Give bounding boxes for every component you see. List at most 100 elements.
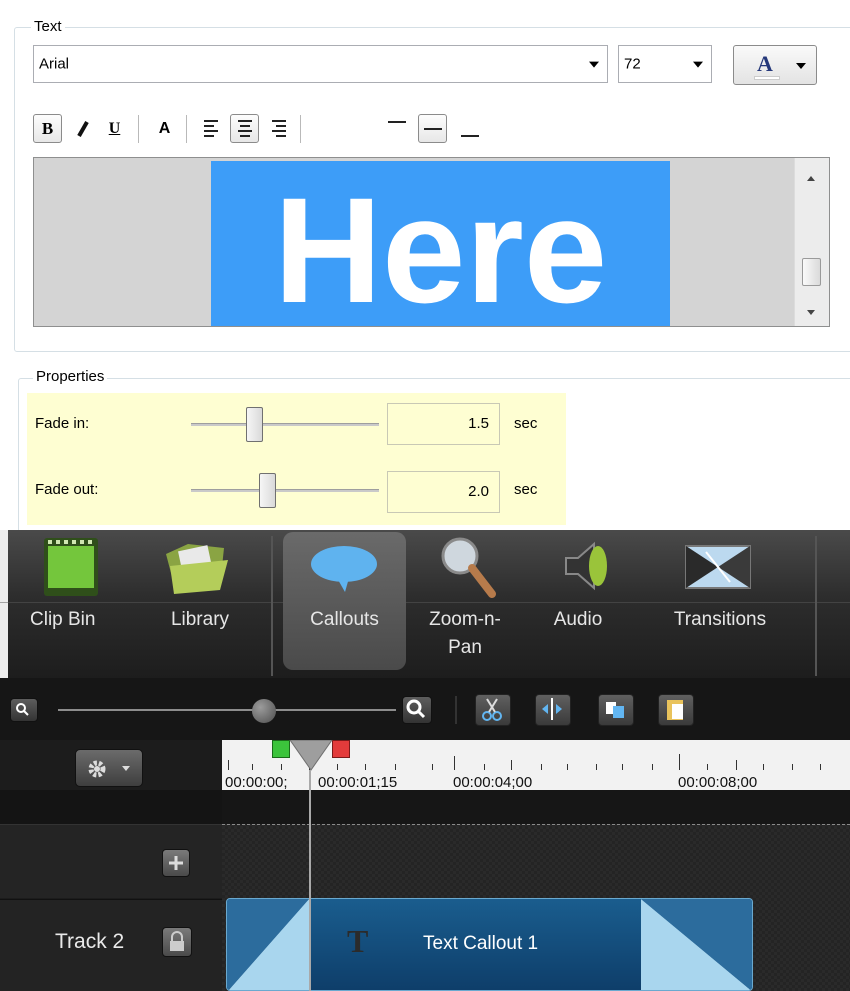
playhead-line <box>309 770 311 991</box>
track-2-header: Track 2 <box>0 899 222 991</box>
text-color-button[interactable]: A <box>733 45 817 85</box>
track-header-spacer <box>0 790 222 824</box>
underline-button[interactable]: U <box>100 114 129 143</box>
slider-track <box>191 489 379 492</box>
chevron-down-icon <box>589 61 599 68</box>
zoom-slider-thumb[interactable] <box>252 699 276 723</box>
text-callout-clip[interactable]: T Text Callout 1 <box>226 898 753 991</box>
tool-transitions[interactable]: Transitions <box>650 530 790 678</box>
lock-icon <box>170 931 184 951</box>
add-track-row <box>0 824 222 898</box>
folder-icon <box>166 544 228 594</box>
tools-ribbon: Clip Bin Library Callouts Zoom-n-Pan Aud… <box>0 530 850 678</box>
align-right-icon <box>271 120 286 137</box>
align-left-button[interactable] <box>196 114 225 143</box>
transitions-icon <box>685 545 751 589</box>
fade-out-ramp <box>641 899 752 990</box>
zoom-out-icon <box>16 703 29 716</box>
tool-label: Zoom-n-Pan <box>429 609 501 658</box>
split-button[interactable] <box>535 694 571 726</box>
tool-callouts[interactable]: Callouts <box>283 532 406 670</box>
ribbon-separator <box>815 536 817 676</box>
zoom-in-icon <box>406 699 426 719</box>
toolbar-divider <box>455 696 457 724</box>
timecode-8s: 00:00:08;00 <box>678 774 758 791</box>
plus-icon <box>169 856 183 870</box>
italic-icon <box>76 120 89 137</box>
valign-bottom-button[interactable] <box>455 114 484 143</box>
fade-in-ramp <box>227 899 309 990</box>
track-drop-line <box>222 824 850 825</box>
valign-middle-button[interactable] <box>418 114 447 143</box>
chevron-down-icon <box>796 63 806 69</box>
zoom-in-button[interactable] <box>402 696 432 724</box>
zoom-slider-track[interactable] <box>58 709 396 711</box>
paste-button[interactable] <box>658 694 694 726</box>
align-left-icon <box>203 120 218 137</box>
scissors-icon <box>482 698 502 721</box>
tool-label: Transitions <box>673 609 767 630</box>
text-preview-area[interactable]: Here <box>33 157 830 327</box>
fade-in-input[interactable]: 1.5 <box>387 403 500 445</box>
magnifier-icon <box>441 537 496 598</box>
valign-middle-icon <box>423 127 442 130</box>
timecode-start: 00:00:00; <box>225 774 288 791</box>
playhead-icon[interactable] <box>288 740 334 772</box>
tool-label: Clip Bin <box>30 609 96 630</box>
font-size-dropdown[interactable]: 72 <box>618 45 712 83</box>
tool-clip-bin[interactable]: Clip Bin <box>20 530 130 678</box>
scroll-down-icon[interactable] <box>807 310 815 315</box>
gear-icon <box>88 760 106 778</box>
fade-in-unit: sec <box>514 415 538 432</box>
lock-track-button[interactable] <box>162 927 192 957</box>
timecode-playhead: 00:00:01;15 <box>318 774 398 791</box>
fade-in-label: Fade in: <box>35 415 90 432</box>
fade-in-slider[interactable] <box>191 407 379 442</box>
copy-icon <box>606 702 624 718</box>
slider-track <box>191 423 379 426</box>
valign-top-button[interactable] <box>382 114 411 143</box>
cut-button[interactable] <box>475 694 511 726</box>
timeline-settings-button[interactable] <box>75 749 143 787</box>
fade-out-input[interactable]: 2.0 <box>387 471 500 513</box>
font-value: Arial <box>39 55 70 73</box>
tool-library[interactable]: Library <box>140 530 260 678</box>
text-group-title: Text <box>31 18 65 35</box>
track-name: Track 2 <box>55 930 125 953</box>
text-effect-button[interactable]: A <box>150 114 179 143</box>
timeline-ruler[interactable]: 00:00:00; 00:00:01;15 00:00:04;00 00:00:… <box>222 740 850 791</box>
bold-button[interactable]: B <box>33 114 62 143</box>
selection-end-marker[interactable] <box>332 740 350 758</box>
font-dropdown[interactable]: Arial <box>33 45 608 83</box>
color-swatch <box>754 76 780 80</box>
align-right-button[interactable] <box>264 114 293 143</box>
speaker-icon <box>565 541 607 591</box>
tool-label: Library <box>170 609 230 630</box>
properties-group-title: Properties <box>33 368 108 385</box>
toolbar-divider <box>186 115 187 143</box>
copy-button[interactable] <box>598 694 634 726</box>
scroll-up-icon[interactable] <box>807 176 815 181</box>
text-color-letter: A <box>757 51 773 76</box>
track-gutter <box>222 790 850 824</box>
zoom-out-button[interactable] <box>10 698 38 722</box>
timecode-4s: 00:00:04;00 <box>453 774 533 791</box>
align-center-button[interactable] <box>230 114 259 143</box>
fade-out-slider-thumb[interactable] <box>259 473 276 508</box>
film-icon <box>44 538 98 596</box>
fade-in-slider-thumb[interactable] <box>246 407 263 442</box>
valign-bottom-icon <box>460 134 479 137</box>
speech-bubble-icon <box>311 546 377 592</box>
tool-audio[interactable]: Audio <box>530 530 626 678</box>
valign-top-icon <box>387 120 406 123</box>
preview-scrollbar[interactable] <box>794 158 829 326</box>
callout-properties-panel: Text Arial 72 A B U A Here Properties Fa… <box>0 0 850 538</box>
fade-out-slider[interactable] <box>191 473 379 508</box>
tool-zoom-n-pan[interactable]: Zoom-n-Pan <box>410 530 520 678</box>
add-track-button[interactable] <box>162 849 190 877</box>
scroll-thumb[interactable] <box>802 258 821 286</box>
tool-label: Audio <box>553 609 603 630</box>
fade-out-label: Fade out: <box>35 481 99 498</box>
italic-button[interactable] <box>68 114 97 143</box>
toolbar-divider <box>138 115 139 143</box>
